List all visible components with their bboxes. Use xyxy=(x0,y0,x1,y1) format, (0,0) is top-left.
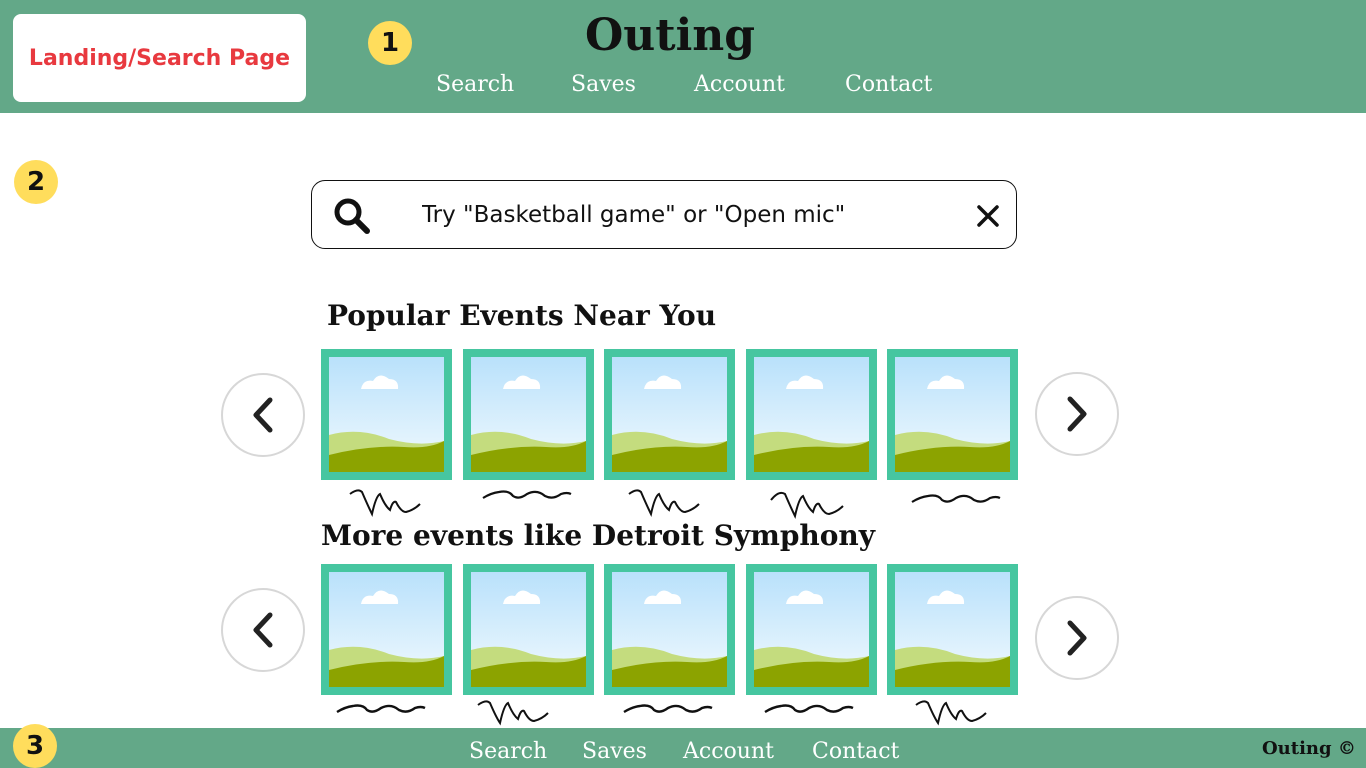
event-card[interactable] xyxy=(463,349,594,480)
annotation-marker-2: 2 xyxy=(14,160,58,204)
chevron-right-icon xyxy=(1067,396,1087,432)
scribble-caption xyxy=(477,700,549,726)
carousel-next-button[interactable] xyxy=(1035,596,1119,680)
nav-saves[interactable]: Saves xyxy=(571,72,636,97)
image-placeholder-icon xyxy=(471,572,586,687)
scribble-caption xyxy=(911,494,1001,503)
image-placeholder-icon xyxy=(754,572,869,687)
annotation-marker-3: 3 xyxy=(13,724,57,768)
search-icon[interactable] xyxy=(332,196,372,236)
nav-search[interactable]: Search xyxy=(436,72,514,97)
scribble-caption xyxy=(764,704,854,714)
carousel-next-button[interactable] xyxy=(1035,372,1119,456)
copyright-text: Outing © xyxy=(1262,738,1356,759)
event-card[interactable] xyxy=(604,564,735,695)
event-card[interactable] xyxy=(746,564,877,695)
nav-contact[interactable]: Contact xyxy=(845,72,932,97)
event-card[interactable] xyxy=(887,564,1018,695)
chevron-left-icon xyxy=(253,612,273,648)
scribble-caption xyxy=(482,490,572,499)
carousel-prev-button[interactable] xyxy=(221,373,305,457)
carousel-prev-button[interactable] xyxy=(221,588,305,672)
search-input[interactable] xyxy=(422,195,952,235)
footer-nav-contact[interactable]: Contact xyxy=(812,739,899,764)
scribble-caption xyxy=(623,704,713,714)
footer-nav-saves[interactable]: Saves xyxy=(582,739,647,764)
chevron-left-icon xyxy=(253,397,273,433)
event-card[interactable] xyxy=(463,564,594,695)
scribble-caption xyxy=(349,489,421,517)
image-placeholder-icon xyxy=(329,357,444,472)
app-title: Outing xyxy=(584,10,756,61)
annotation-marker-1: 1 xyxy=(368,21,412,65)
close-icon[interactable] xyxy=(974,202,1002,230)
image-placeholder-icon xyxy=(612,572,727,687)
page-label-text: Landing/Search Page xyxy=(28,45,291,71)
section-title-popular: Popular Events Near You xyxy=(327,299,717,332)
image-placeholder-icon xyxy=(754,357,869,472)
event-card[interactable] xyxy=(746,349,877,480)
search-bar xyxy=(311,180,1017,249)
scribble-caption xyxy=(628,489,700,517)
image-placeholder-icon xyxy=(895,357,1010,472)
scribble-caption xyxy=(915,700,987,726)
footer-nav-account[interactable]: Account xyxy=(683,739,774,764)
section-title-similar: More events like Detroit Symphony xyxy=(321,519,876,552)
nav-account[interactable]: Account xyxy=(694,72,785,97)
image-placeholder-icon xyxy=(612,357,727,472)
event-card[interactable] xyxy=(604,349,735,480)
event-card[interactable] xyxy=(887,349,1018,480)
event-card[interactable] xyxy=(321,349,452,480)
scribble-caption xyxy=(336,704,426,714)
event-card[interactable] xyxy=(321,564,452,695)
image-placeholder-icon xyxy=(895,572,1010,687)
page-label: Landing/Search Page xyxy=(13,14,306,102)
image-placeholder-icon xyxy=(471,357,586,472)
image-placeholder-icon xyxy=(329,572,444,687)
footer-nav-search[interactable]: Search xyxy=(469,739,547,764)
scribble-caption xyxy=(770,491,844,519)
chevron-right-icon xyxy=(1067,620,1087,656)
